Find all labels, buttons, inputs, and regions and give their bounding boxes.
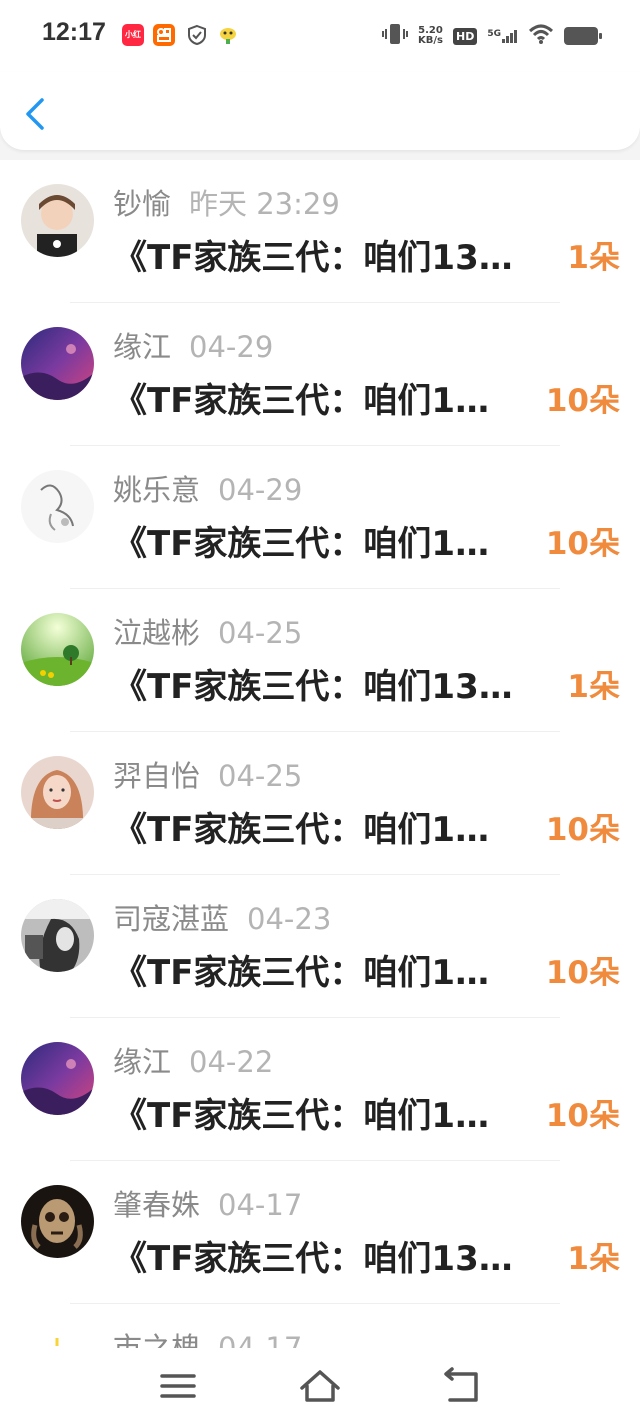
list-item[interactable]: 市之槐 04-17 — [0, 1304, 640, 1348]
gift-count: 10朵 — [545, 1098, 620, 1134]
list-item[interactable]: 肇春姝 04-17 《TF家族三代：咱们13… 1朵 — [0, 1161, 640, 1304]
item-date: 04-22 — [189, 1045, 274, 1079]
vibrate-icon — [382, 22, 409, 50]
gift-count: 1朵 — [567, 669, 620, 705]
menu-icon — [160, 1374, 196, 1398]
return-icon — [444, 1367, 478, 1402]
list-item[interactable]: 泣越彬 04-25 《TF家族三代：咱们13… 1朵 — [0, 589, 640, 732]
item-date: 04-17 — [218, 1188, 303, 1222]
list-item[interactable]: 羿自怡 04-25 《TF家族三代：咱们1… 10朵 — [0, 732, 640, 875]
gift-count: 1朵 — [567, 1241, 620, 1277]
avatar[interactable] — [21, 756, 94, 829]
back-button[interactable] — [18, 94, 54, 134]
page-header — [0, 72, 640, 150]
user-name[interactable]: 泣越彬 — [113, 616, 200, 650]
gift-count: 10朵 — [545, 812, 620, 848]
user-name[interactable]: 姚乐意 — [113, 473, 200, 507]
app-orange-icon — [153, 24, 175, 46]
work-title[interactable]: 《TF家族三代：咱们1… — [113, 802, 489, 851]
chevron-left-icon — [26, 98, 44, 130]
return-button[interactable] — [442, 1366, 482, 1406]
avatar[interactable] — [21, 613, 94, 686]
avatar[interactable] — [21, 1042, 94, 1115]
list-item[interactable]: 钞愉 昨天 23:29 《TF家族三代：咱们13… 1朵 — [0, 160, 640, 303]
avatar[interactable] — [21, 1185, 94, 1258]
work-title[interactable]: 《TF家族三代：咱们1… — [113, 945, 489, 994]
item-date: 04-29 — [218, 473, 303, 507]
gift-count: 10朵 — [545, 526, 620, 562]
work-title[interactable]: 《TF家族三代：咱们1… — [113, 1088, 489, 1137]
work-title[interactable]: 《TF家族三代：咱们1… — [113, 373, 489, 422]
system-nav-bar — [0, 1348, 640, 1423]
gift-count: 10朵 — [545, 955, 620, 991]
avatar[interactable] — [21, 327, 94, 400]
avatar[interactable] — [21, 1328, 94, 1348]
list-item[interactable]: 姚乐意 04-29 《TF家族三代：咱们1… 10朵 — [0, 446, 640, 589]
item-date: 04-29 — [189, 330, 274, 364]
work-title[interactable]: 《TF家族三代：咱们13… — [113, 230, 513, 279]
item-date: 04-23 — [247, 902, 332, 936]
hd-badge: HD — [453, 27, 478, 45]
list-item[interactable]: 缘江 04-29 《TF家族三代：咱们1… 10朵 — [0, 303, 640, 446]
emoji-app-icon — [217, 24, 239, 50]
network-speed: 5.20 KB/s — [418, 25, 443, 46]
signal-icon: 5G — [487, 29, 518, 43]
user-name[interactable]: 羿自怡 — [113, 759, 200, 793]
gift-count: 10朵 — [545, 383, 620, 419]
battery-icon — [564, 27, 602, 45]
list-item[interactable]: 司寇湛蓝 04-23 《TF家族三代：咱们1… 10朵 — [0, 875, 640, 1018]
user-name[interactable]: 肇春姝 — [113, 1188, 200, 1222]
home-button[interactable] — [298, 1366, 340, 1406]
item-date: 04-25 — [218, 759, 303, 793]
work-title[interactable]: 《TF家族三代：咱们13… — [113, 1231, 513, 1280]
user-name[interactable]: 市之槐 — [113, 1331, 200, 1348]
user-name[interactable]: 钞愉 — [113, 187, 171, 221]
app-red-icon: 小红书 — [122, 24, 144, 61]
home-icon — [300, 1370, 340, 1402]
avatar[interactable] — [21, 470, 94, 543]
item-date: 昨天 23:29 — [189, 187, 340, 221]
menu-button[interactable] — [158, 1366, 198, 1406]
avatar[interactable] — [21, 184, 94, 257]
work-title[interactable]: 《TF家族三代：咱们13… — [113, 659, 513, 708]
gift-count: 1朵 — [567, 240, 620, 276]
gift-record-list: 钞愉 昨天 23:29 《TF家族三代：咱们13… 1朵 缘江 04-29 《TF家… — [0, 160, 640, 1348]
list-item[interactable]: 缘江 04-22 《TF家族三代：咱们1… 10朵 — [0, 1018, 640, 1161]
item-date: 04-25 — [218, 616, 303, 650]
status-bar: 12:17 小红书 5.20 KB/s HD 5G — [0, 0, 640, 72]
work-title[interactable]: 《TF家族三代：咱们1… — [113, 516, 489, 565]
user-name[interactable]: 缘江 — [113, 330, 171, 364]
user-name[interactable]: 司寇湛蓝 — [113, 902, 229, 936]
wifi-icon — [528, 23, 554, 49]
status-time: 12:17 — [42, 18, 106, 46]
user-name[interactable]: 缘江 — [113, 1045, 171, 1079]
status-indicators: 5.20 KB/s HD 5G — [382, 22, 602, 50]
shield-check-icon — [186, 24, 208, 50]
item-date: 04-17 — [218, 1331, 303, 1348]
avatar[interactable] — [21, 899, 94, 972]
